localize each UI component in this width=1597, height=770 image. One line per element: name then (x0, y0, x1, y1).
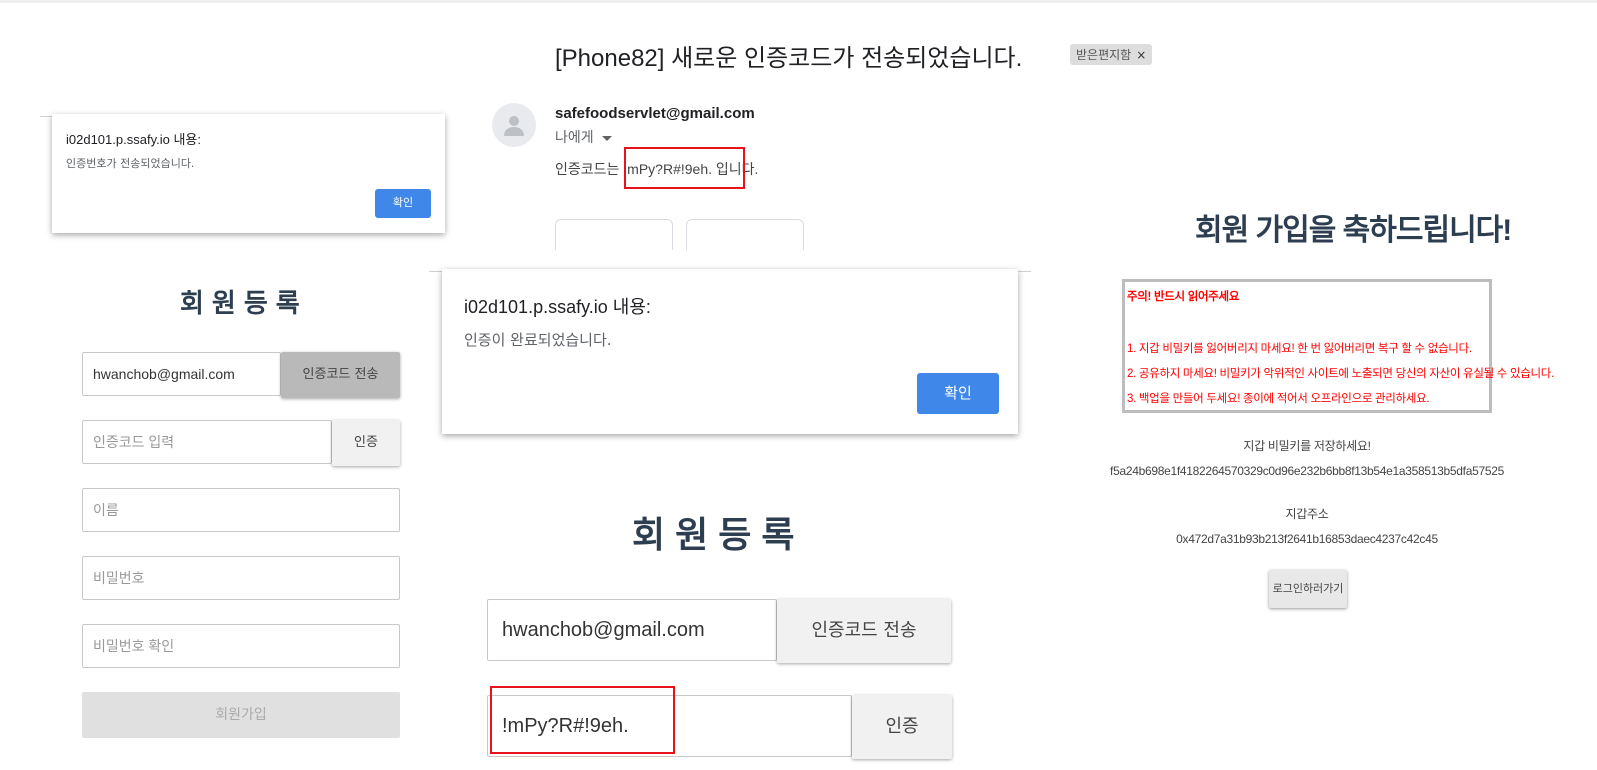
verify-button[interactable]: 인증 (332, 420, 400, 466)
email-input[interactable]: hwanchob@gmail.com (82, 352, 281, 396)
dialog-ok-button[interactable]: 확인 (917, 373, 999, 414)
dialog-ok-button[interactable]: 확인 (375, 189, 431, 218)
save-key-label: 지갑 비밀키를 저장하세요! (1243, 439, 1371, 453)
register-title-large: 회원등록 (632, 515, 805, 556)
dialog-title: i02d101.p.ssafy.io 내용: (464, 297, 651, 317)
sender-email: safefoodservlet@gmail.com (555, 105, 755, 122)
forward-button[interactable] (686, 219, 804, 250)
recipient-label: 나에게 (555, 130, 594, 146)
code-highlight-box (624, 147, 745, 189)
reply-button[interactable] (555, 219, 673, 250)
address-label: 지갑주소 (1285, 507, 1329, 521)
recipient-dropdown[interactable]: 나에게 (555, 127, 612, 147)
verify-button-large[interactable]: 인증 (852, 695, 952, 759)
dialog-message: 인증번호가 전송되었습니다. (66, 157, 195, 170)
inbox-label-badge[interactable]: 받은편지함 × (1070, 44, 1153, 65)
name-input[interactable]: 이름 (82, 488, 400, 532)
sender-avatar (492, 103, 536, 147)
register-title: 회원등록 (180, 289, 308, 319)
email-body-prefix: 인증코드는 (555, 161, 624, 177)
caret-down-icon (601, 135, 612, 141)
top-border (0, 0, 1597, 3)
warning-item: 2. 공유하지 마세요! 비밀키가 악위적인 사이트에 노출되면 당신의 자산이… (1127, 368, 1554, 380)
congrats-title: 회원 가입을 축하드립니다! (1195, 214, 1512, 247)
email-input-large[interactable]: hwanchob@gmail.com (487, 599, 777, 661)
send-code-button[interactable]: 인증코드 전송 (281, 352, 400, 398)
password-confirm-input[interactable]: 비밀번호 확인 (82, 624, 400, 668)
private-key-value: f5a24b698e1f4182264570329c0d96e232b6bb8f… (1110, 464, 1504, 478)
warning-item: 1. 지갑 비밀키를 잃어버리지 마세요! 한 번 잃어버리면 복구 할 수 없… (1127, 343, 1472, 355)
dialog-message: 인증이 완료되었습니다. (464, 331, 612, 349)
dialog-edge-mark (1017, 271, 1031, 272)
dialog-edge-mark (40, 116, 52, 117)
password-input[interactable]: 비밀번호 (82, 556, 400, 600)
send-code-button-large[interactable]: 인증코드 전송 (777, 599, 951, 663)
address-value: 0x472d7a31b93b213f2641b16853daec4237c42c… (1176, 532, 1438, 546)
dialog-title: i02d101.p.ssafy.io 내용: (66, 132, 201, 147)
remove-label-icon[interactable]: × (1136, 48, 1146, 62)
inbox-label-text: 받은편지함 (1076, 48, 1132, 62)
go-login-button[interactable]: 로그인하러가기 (1269, 570, 1347, 608)
warning-box: 주의! 반드시 읽어주세요 1. 지갑 비밀키를 잃어버리지 마세요! 한 번 … (1122, 279, 1554, 413)
warning-title: 주의! 반드시 읽어주세요 (1127, 291, 1240, 303)
join-button[interactable]: 회원가입 (82, 692, 400, 738)
dialog-edge-mark (429, 271, 442, 272)
email-subject: [Phone82] 새로운 인증코드가 전송되었습니다. (555, 45, 1023, 72)
alert-dialog-verified: i02d101.p.ssafy.io 내용: 인증이 완료되었습니다. 확인 (442, 269, 1018, 434)
code-input[interactable]: 인증코드 입력 (82, 420, 332, 464)
alert-dialog-sent: i02d101.p.ssafy.io 내용: 인증번호가 전송되었습니다. 확인 (52, 114, 445, 233)
warning-item: 3. 백업을 만들어 두세요! 종이에 적어서 오프라인으로 관리하세요. (1127, 393, 1430, 405)
code-highlight-box (490, 686, 675, 754)
person-icon (504, 116, 524, 136)
